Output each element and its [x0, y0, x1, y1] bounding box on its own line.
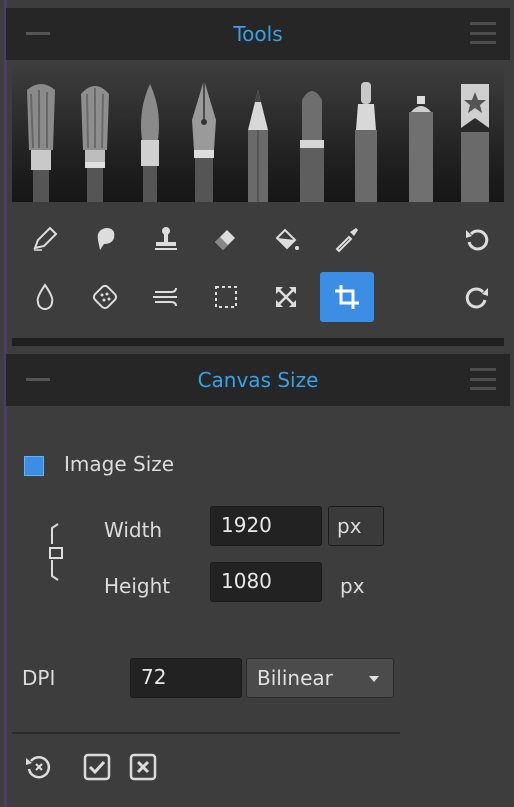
reset-button[interactable]: [22, 750, 56, 784]
undo-icon[interactable]: [450, 214, 504, 264]
blur-tool-icon[interactable]: [18, 272, 72, 322]
width-label: Width: [104, 518, 163, 542]
flat-brush-icon[interactable]: [17, 70, 65, 202]
tool-spacer: [380, 214, 444, 264]
tools-panel-title: Tools: [233, 22, 283, 46]
transform-tool-icon[interactable]: [259, 272, 313, 322]
blend-tool-icon[interactable]: [139, 272, 193, 322]
canvas-size-panel-title: Canvas Size: [197, 368, 319, 392]
tool-grid: [12, 210, 504, 326]
height-label: Height: [104, 574, 171, 598]
collapse-icon[interactable]: [26, 32, 50, 35]
brush-strip: [12, 62, 504, 202]
felt-tip-icon[interactable]: [342, 70, 390, 202]
image-size-checkbox[interactable]: [24, 456, 44, 476]
width-input[interactable]: 1920: [210, 506, 322, 546]
spray-can-icon[interactable]: [397, 70, 445, 202]
favorites-star-icon[interactable]: [451, 70, 499, 202]
chevron-down-icon: [369, 676, 379, 682]
panel-separator: [12, 338, 504, 346]
eyedropper-tool-icon[interactable]: [320, 214, 374, 264]
dpi-input[interactable]: 72: [130, 658, 242, 698]
pen-nib-icon[interactable]: [180, 70, 228, 202]
tool-row-1: [12, 210, 504, 268]
canvas-size-panel-header: Canvas Size: [6, 354, 510, 406]
fine-brush-icon[interactable]: [126, 70, 174, 202]
smudge-tool-icon[interactable]: [78, 214, 132, 264]
link-chain-icon[interactable]: [44, 520, 68, 584]
collapse-icon[interactable]: [26, 378, 50, 381]
marker-icon[interactable]: [288, 70, 336, 202]
crop-tool-icon[interactable]: [319, 272, 374, 322]
panel-menu-icon[interactable]: [470, 368, 496, 390]
selection-tool-icon[interactable]: [199, 272, 253, 322]
pencil-tool-icon[interactable]: [18, 214, 72, 264]
resample-value: Bilinear: [257, 666, 333, 690]
divider: [12, 732, 400, 734]
texture-tool-icon[interactable]: [78, 272, 132, 322]
cancel-button[interactable]: [126, 750, 160, 784]
tool-row-2: [12, 268, 504, 326]
pencil-icon[interactable]: [234, 70, 282, 202]
height-input[interactable]: 1080: [210, 562, 322, 602]
width-unit-selector[interactable]: px: [328, 506, 384, 546]
resample-dropdown[interactable]: Bilinear: [246, 658, 394, 698]
tool-spacer: [380, 272, 444, 322]
tools-panel-header: Tools: [6, 8, 510, 60]
height-unit-label: px: [340, 574, 365, 598]
redo-icon[interactable]: [450, 272, 504, 322]
image-size-label: Image Size: [64, 452, 175, 476]
stamp-tool-icon[interactable]: [139, 214, 193, 264]
round-brush-icon[interactable]: [71, 70, 119, 202]
apply-button[interactable]: [80, 750, 114, 784]
fill-tool-icon[interactable]: [259, 214, 313, 264]
panel-menu-icon[interactable]: [470, 22, 496, 44]
eraser-tool-icon[interactable]: [199, 214, 253, 264]
dpi-label: DPI: [22, 666, 56, 690]
